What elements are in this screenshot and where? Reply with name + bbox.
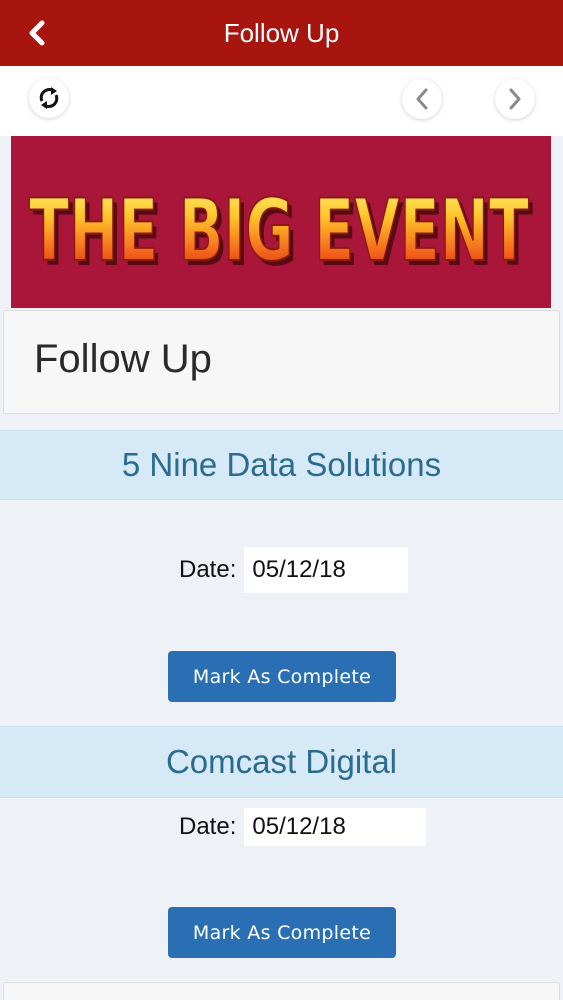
date-input[interactable]	[244, 547, 409, 593]
banner-title: THE BIG EVENT	[29, 181, 529, 281]
page-title: Follow Up	[34, 337, 212, 381]
header-title: Follow Up	[223, 18, 340, 48]
next-button[interactable]	[495, 79, 535, 119]
date-row: Date:	[179, 547, 409, 593]
chevron-right-icon	[509, 88, 521, 110]
page-title-card: Follow Up	[3, 310, 560, 414]
refresh-button[interactable]	[29, 78, 69, 118]
refresh-icon	[39, 87, 59, 109]
date-row: Date:	[179, 808, 427, 846]
date-label: Date:	[179, 556, 237, 583]
company-name: 5 Nine Data Solutions	[121, 446, 442, 483]
followup-header: 5 Nine Data Solutions	[0, 430, 563, 500]
banner-area: THE BIG EVENT THE BIG EVENT	[0, 136, 563, 308]
date-label: Date:	[179, 813, 237, 840]
next-card	[3, 982, 560, 1000]
mark-complete-button[interactable]: Mark As Complete	[168, 907, 396, 958]
previous-button[interactable]	[402, 79, 442, 119]
company-name: Comcast Digital	[165, 743, 398, 780]
top-bar: Follow Up	[0, 0, 563, 66]
followup-header: Comcast Digital	[0, 726, 563, 798]
toolbar	[0, 66, 563, 136]
date-input[interactable]	[244, 808, 427, 846]
followup-item: Date: Mark As Complete	[0, 500, 563, 726]
chevron-left-icon	[416, 88, 428, 110]
event-logo: THE BIG EVENT THE BIG EVENT	[28, 180, 533, 286]
mark-complete-button[interactable]: Mark As Complete	[168, 651, 396, 702]
event-banner: THE BIG EVENT THE BIG EVENT	[11, 136, 551, 308]
followup-item: Date: Mark As Complete	[0, 798, 563, 982]
